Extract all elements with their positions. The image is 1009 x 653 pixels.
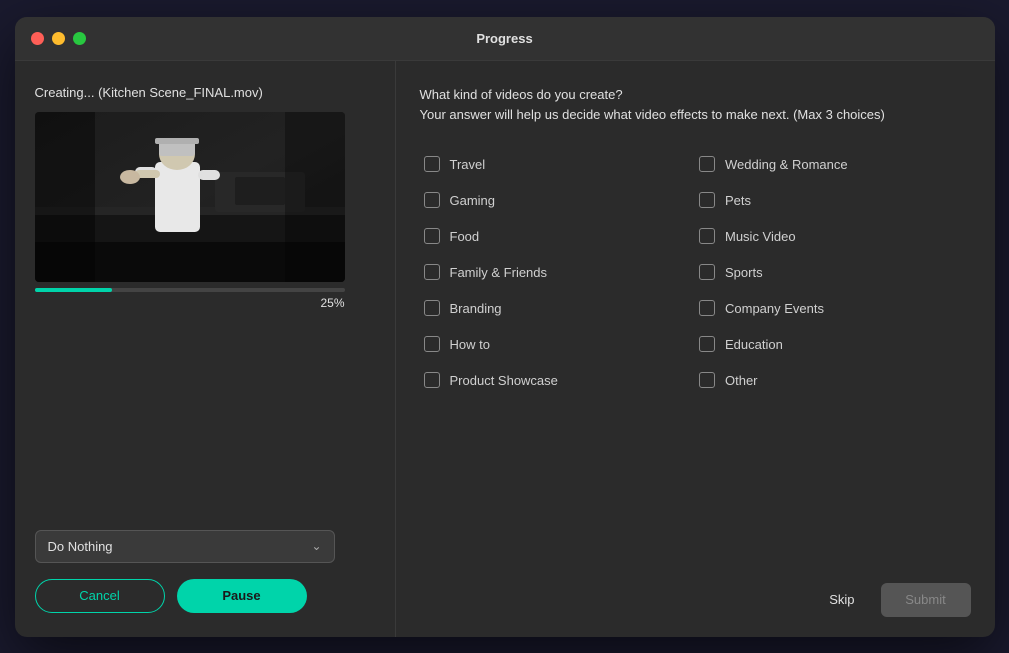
checkbox-product[interactable]: [424, 372, 440, 388]
minimize-button[interactable]: [52, 32, 65, 45]
choice-branding[interactable]: Branding: [420, 290, 696, 326]
choice-product[interactable]: Product Showcase: [420, 362, 696, 398]
close-button[interactable]: [31, 32, 44, 45]
choice-company[interactable]: Company Events: [695, 290, 971, 326]
question-text: What kind of videos do you create? Your …: [420, 85, 971, 127]
label-music: Music Video: [725, 229, 796, 244]
checkbox-pets[interactable]: [699, 192, 715, 208]
choice-other[interactable]: Other: [695, 362, 971, 398]
window-title: Progress: [476, 31, 532, 46]
checkbox-other[interactable]: [699, 372, 715, 388]
dropdown-container: Do Nothing ⌄: [35, 530, 375, 563]
submit-button[interactable]: Submit: [881, 583, 971, 617]
label-product: Product Showcase: [450, 373, 558, 388]
checkbox-sports[interactable]: [699, 264, 715, 280]
main-window: Progress Creating... (Kitchen Scene_FINA…: [15, 17, 995, 637]
label-branding: Branding: [450, 301, 502, 316]
label-other: Other: [725, 373, 758, 388]
choices-right-column: Wedding & Romance Pets Music Video Sport…: [695, 146, 971, 570]
label-pets: Pets: [725, 193, 751, 208]
chevron-down-icon: ⌄: [311, 539, 321, 553]
label-sports: Sports: [725, 265, 763, 280]
label-wedding: Wedding & Romance: [725, 157, 848, 172]
checkbox-food[interactable]: [424, 228, 440, 244]
skip-button[interactable]: Skip: [819, 586, 864, 613]
question-line1: What kind of videos do you create?: [420, 87, 623, 102]
checkbox-education[interactable]: [699, 336, 715, 352]
choice-music[interactable]: Music Video: [695, 218, 971, 254]
choice-travel[interactable]: Travel: [420, 146, 696, 182]
do-nothing-dropdown[interactable]: Do Nothing ⌄: [35, 530, 335, 563]
bottom-actions: Skip Submit: [420, 571, 971, 617]
progress-bar-fill: [35, 288, 113, 292]
creating-label: Creating... (Kitchen Scene_FINAL.mov): [35, 85, 375, 100]
traffic-lights: [31, 32, 86, 45]
choice-gaming[interactable]: Gaming: [420, 182, 696, 218]
checkbox-travel[interactable]: [424, 156, 440, 172]
label-travel: Travel: [450, 157, 486, 172]
choice-sports[interactable]: Sports: [695, 254, 971, 290]
choice-education[interactable]: Education: [695, 326, 971, 362]
maximize-button[interactable]: [73, 32, 86, 45]
dropdown-value: Do Nothing: [48, 539, 113, 554]
progress-bar-container: [35, 288, 345, 292]
choice-howto[interactable]: How to: [420, 326, 696, 362]
choice-family[interactable]: Family & Friends: [420, 254, 696, 290]
window-body: Creating... (Kitchen Scene_FINAL.mov): [15, 61, 995, 637]
video-preview: [35, 112, 345, 282]
bottom-buttons: Cancel Pause: [35, 579, 375, 613]
checkbox-family[interactable]: [424, 264, 440, 280]
checkbox-gaming[interactable]: [424, 192, 440, 208]
checkbox-branding[interactable]: [424, 300, 440, 316]
choice-pets[interactable]: Pets: [695, 182, 971, 218]
progress-percent: 25%: [35, 296, 345, 310]
label-gaming: Gaming: [450, 193, 496, 208]
left-panel: Creating... (Kitchen Scene_FINAL.mov): [15, 61, 395, 637]
question-line2: Your answer will help us decide what vid…: [420, 107, 885, 122]
choices-left-column: Travel Gaming Food Family & Friends: [420, 146, 696, 570]
label-education: Education: [725, 337, 783, 352]
checkbox-howto[interactable]: [424, 336, 440, 352]
label-howto: How to: [450, 337, 490, 352]
title-bar: Progress: [15, 17, 995, 61]
label-food: Food: [450, 229, 480, 244]
checkbox-wedding[interactable]: [699, 156, 715, 172]
video-thumbnail: [35, 112, 345, 282]
choices-grid: Travel Gaming Food Family & Friends: [420, 146, 971, 570]
label-family: Family & Friends: [450, 265, 548, 280]
checkbox-company[interactable]: [699, 300, 715, 316]
choice-food[interactable]: Food: [420, 218, 696, 254]
label-company: Company Events: [725, 301, 824, 316]
right-panel: What kind of videos do you create? Your …: [395, 61, 995, 637]
checkbox-music[interactable]: [699, 228, 715, 244]
pause-button[interactable]: Pause: [177, 579, 307, 613]
choice-wedding[interactable]: Wedding & Romance: [695, 146, 971, 182]
cancel-button[interactable]: Cancel: [35, 579, 165, 613]
